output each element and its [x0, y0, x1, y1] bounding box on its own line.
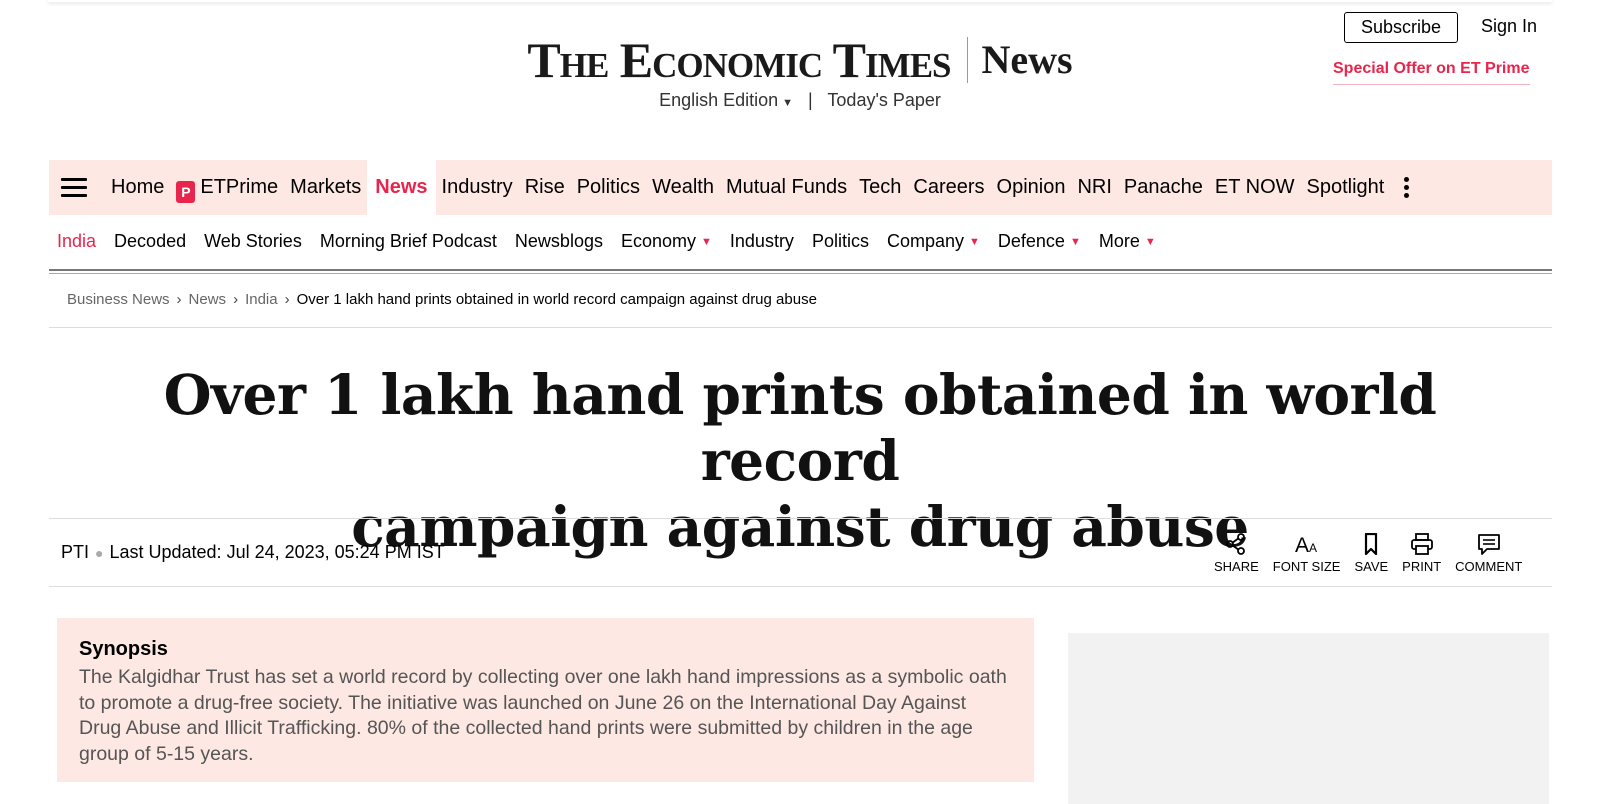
breadcrumb-news[interactable]: News [189, 291, 227, 308]
et-logo[interactable]: The Economic Times [527, 35, 951, 85]
nav-item-nri[interactable]: NRI [1071, 160, 1117, 215]
edition-selector[interactable]: English Edition ▼ [659, 90, 793, 110]
headline-line-2: campaign against drug abuse [351, 494, 1249, 559]
share-label: SHARE [1214, 559, 1259, 574]
nav-item-tech[interactable]: Tech [853, 160, 907, 215]
printer-icon [1410, 533, 1433, 555]
todays-paper-link[interactable]: Today's Paper [827, 90, 941, 110]
subnav-label: Economy [620, 230, 697, 251]
nav-item-rise[interactable]: Rise [519, 160, 571, 215]
byline-bottom-divider [49, 586, 1552, 587]
headline-line-1: Over 1 lakh hand prints obtained in worl… [163, 362, 1437, 493]
bookmark-icon [1365, 533, 1378, 555]
breadcrumb-india[interactable]: India [245, 291, 278, 308]
comment-button[interactable]: COMMENT [1455, 533, 1522, 574]
subnav-item-decoded[interactable]: Decoded [114, 231, 186, 252]
subnav-label: More [1098, 230, 1140, 251]
etprime-icon: P [176, 181, 196, 203]
edition-bar: English Edition ▼ | Today's Paper [0, 90, 1600, 111]
chevron-right-icon: › [176, 291, 182, 308]
byline-top-divider [49, 518, 1552, 519]
chevron-right-icon: › [233, 291, 239, 308]
share-button[interactable]: SHARE [1214, 533, 1259, 574]
subnav-item-company[interactable]: Company ▼ [887, 231, 980, 252]
section-title[interactable]: News [982, 40, 1073, 80]
nav-item-label: ETPrime [200, 176, 279, 198]
subnav-item-newsblogs[interactable]: Newsblogs [515, 231, 603, 252]
chevron-right-icon: › [284, 291, 290, 308]
subscribe-button[interactable]: Subscribe [1344, 12, 1458, 43]
nav-item-industry[interactable]: Industry [436, 160, 519, 215]
main-nav: Home P ETPrime Markets News Industry Rise… [49, 160, 1552, 215]
divider: | [808, 90, 813, 110]
comment-label: COMMENT [1455, 559, 1523, 574]
top-shadow [48, 0, 1552, 2]
subnav-item-politics[interactable]: Politics [812, 231, 869, 252]
edition-label: English Edition [659, 90, 779, 110]
font-size-label: FONT SIZE [1272, 559, 1341, 574]
ad-placeholder [1068, 633, 1549, 804]
breadcrumb: Business News › News › India › Over 1 la… [67, 291, 817, 308]
breadcrumb-business-news[interactable]: Business News [67, 291, 170, 308]
subnav-item-more[interactable]: More ▼ [1099, 231, 1156, 252]
share-icon [1226, 533, 1246, 555]
nav-item-politics[interactable]: Politics [571, 160, 646, 215]
caret-down-icon: ▼ [701, 235, 712, 248]
synopsis-text: The Kalgidhar Trust has set a world reco… [79, 666, 1007, 765]
article-updated: Last Updated: Jul 24, 2023, 05:24 PM IST [109, 542, 445, 562]
font-size-icon: AA [1295, 534, 1317, 555]
comment-icon [1477, 534, 1500, 555]
synopsis-title: Synopsis [79, 638, 168, 660]
subnav-item-defence[interactable]: Defence ▼ [998, 231, 1081, 252]
article-headline: Over 1 lakh hand prints obtained in worl… [120, 362, 1480, 560]
print-label: PRINT [1402, 559, 1442, 574]
sign-in-link[interactable]: Sign In [1481, 16, 1537, 37]
article-tools: SHARE AA FONT SIZE SAVE PRINT COMMENT [1200, 533, 1522, 574]
logo-divider [966, 37, 968, 83]
subnav-divider [49, 269, 1552, 274]
print-button[interactable]: PRINT [1402, 533, 1441, 574]
separator-dot: ● [95, 544, 104, 561]
nav-item-etprime[interactable]: P ETPrime [170, 160, 284, 215]
et-prime-offer-link[interactable]: Special Offer on ET Prime [1333, 60, 1530, 85]
nav-item-opinion[interactable]: Opinion [991, 160, 1072, 215]
breadcrumb-current: Over 1 lakh hand prints obtained in worl… [296, 291, 817, 308]
subnav-item-morning-brief-podcast[interactable]: Morning Brief Podcast [320, 231, 497, 252]
nav-item-spotlight[interactable]: Spotlight [1301, 160, 1391, 215]
svg-text:A: A [1295, 534, 1309, 555]
subnav-label: Company [886, 230, 964, 251]
breadcrumb-divider [49, 327, 1552, 328]
nav-item-news[interactable]: News [367, 160, 436, 215]
save-button[interactable]: SAVE [1354, 533, 1388, 574]
nav-item-panache[interactable]: Panache [1118, 160, 1209, 215]
subnav-item-web-stories[interactable]: Web Stories [204, 231, 302, 252]
nav-item-careers[interactable]: Careers [907, 160, 990, 215]
font-size-button[interactable]: AA FONT SIZE [1273, 533, 1341, 574]
caret-down-icon: ▼ [1144, 235, 1156, 248]
synopsis-box: Synopsis The Kalgidhar Trust has set a w… [57, 618, 1034, 782]
caret-down-icon: ▼ [969, 235, 980, 248]
subnav-item-industry[interactable]: Industry [730, 231, 794, 252]
sub-nav: India Decoded Web Stories Morning Brief … [57, 228, 1174, 254]
subnav-label: Defence [997, 230, 1065, 251]
nav-item-home[interactable]: Home [105, 160, 170, 215]
subnav-item-economy[interactable]: Economy ▼ [621, 231, 712, 252]
nav-item-et-now[interactable]: ET NOW [1209, 160, 1301, 215]
nav-item-wealth[interactable]: Wealth [646, 160, 720, 215]
svg-text:A: A [1309, 541, 1317, 555]
nav-item-markets[interactable]: Markets [284, 160, 367, 215]
more-vertical-icon[interactable] [1396, 174, 1416, 201]
byline: PTI ● Last Updated: Jul 24, 2023, 05:24 … [61, 542, 445, 563]
subnav-item-india[interactable]: India [57, 231, 96, 252]
article-source[interactable]: PTI [61, 542, 89, 563]
save-label: SAVE [1354, 559, 1389, 574]
caret-down-icon: ▼ [1069, 235, 1081, 248]
hamburger-menu-icon[interactable] [61, 173, 87, 202]
nav-item-mutual-funds[interactable]: Mutual Funds [720, 160, 853, 215]
caret-down-icon: ▼ [782, 97, 794, 109]
